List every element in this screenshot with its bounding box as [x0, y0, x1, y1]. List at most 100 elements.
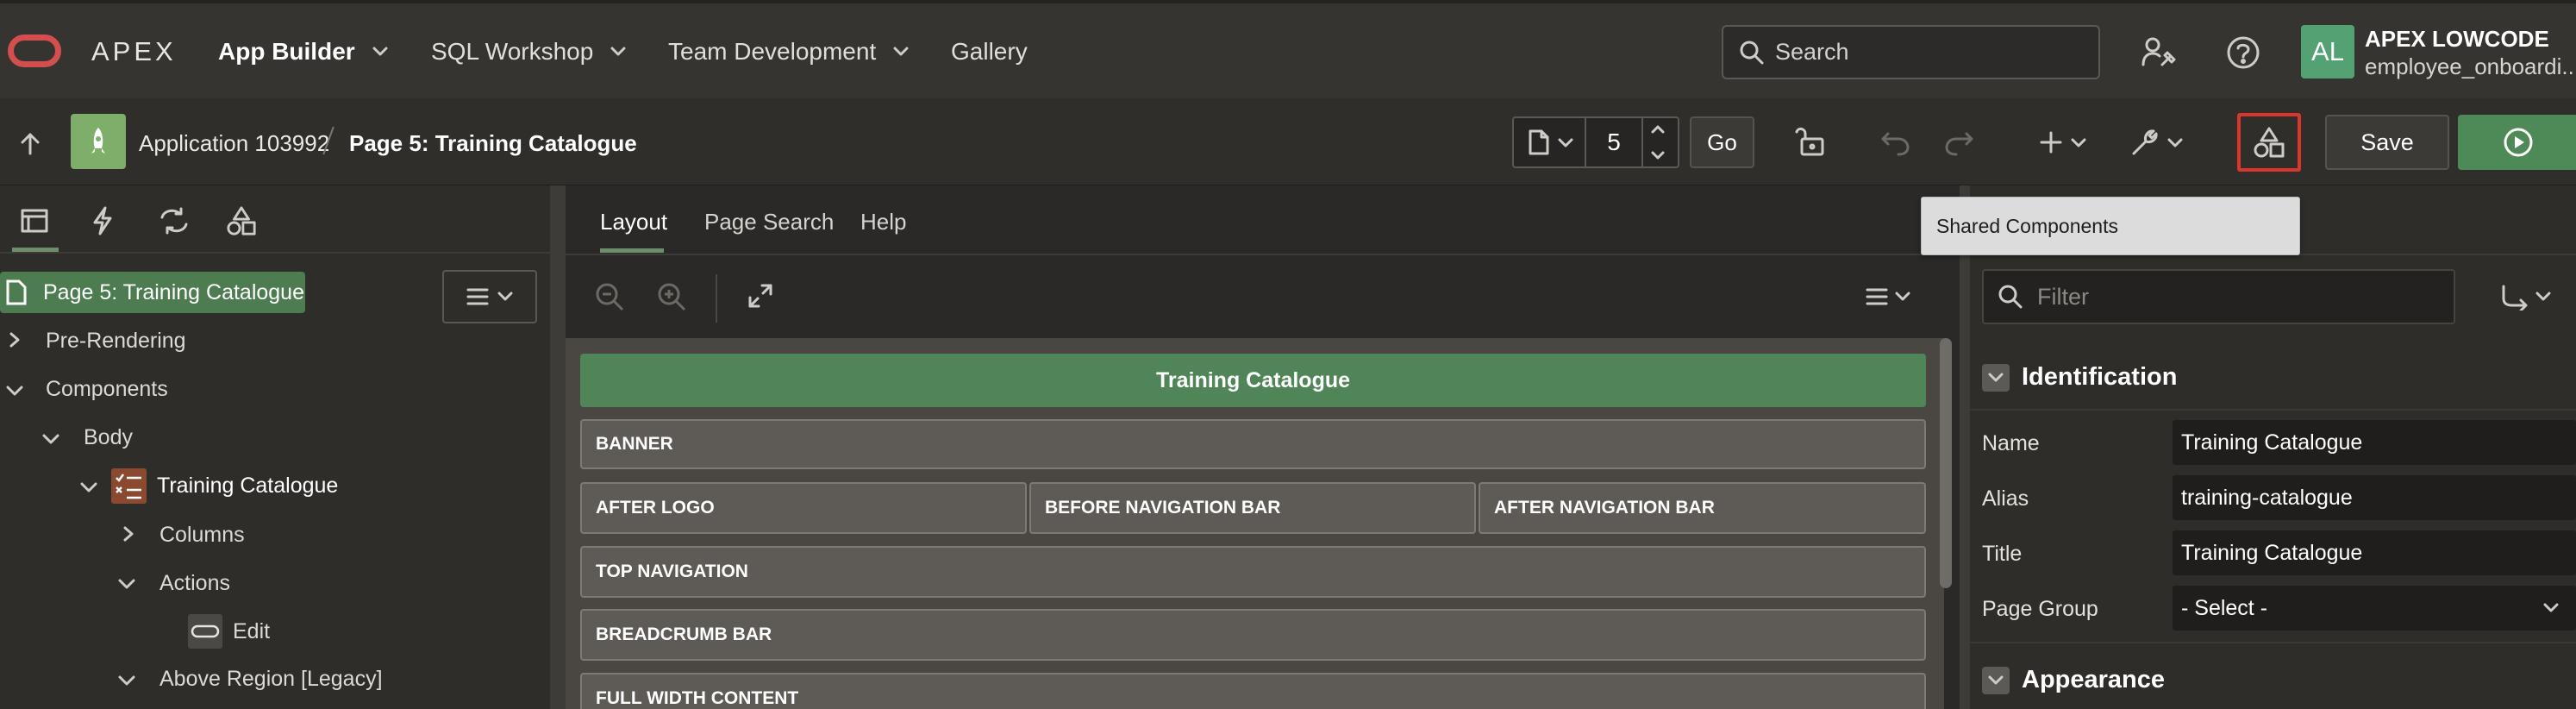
chevron-down-icon[interactable]: [2167, 138, 2183, 148]
chevron-down-icon[interactable]: [80, 481, 97, 493]
nav-gallery[interactable]: Gallery: [951, 38, 1028, 66]
chevron-down-icon: [1988, 675, 2004, 684]
create-icon[interactable]: [2039, 130, 2063, 154]
active-tab-indicator: [600, 248, 664, 253]
page-stepper-icon[interactable]: [1650, 123, 1666, 161]
tree-above-region[interactable]: Above Region [Legacy]: [159, 667, 383, 692]
chevron-down-icon[interactable]: [118, 674, 135, 687]
redo-icon[interactable]: [1944, 127, 1975, 156]
tab-shared-components-icon[interactable]: [226, 205, 257, 236]
prop-alias-label: Alias: [1982, 486, 2029, 511]
prop-alias-input[interactable]: training-catalogue: [2173, 475, 2576, 520]
chevron-down-icon[interactable]: [1895, 292, 1910, 302]
tree-actions[interactable]: Actions: [159, 571, 230, 596]
menu-icon[interactable]: [1866, 287, 1888, 306]
chevron-down-icon[interactable]: [2071, 138, 2086, 148]
prop-page-group-select[interactable]: - Select -: [2173, 586, 2576, 631]
zoom-out-icon[interactable]: [594, 281, 625, 312]
tree-columns[interactable]: Columns: [159, 523, 245, 548]
tree-pre-rendering[interactable]: Pre-Rendering: [46, 329, 186, 354]
prop-page-group-label: Page Group: [1982, 597, 2098, 621]
user-avatar[interactable]: AL: [2301, 25, 2354, 78]
prop-page-group-value: - Select -: [2181, 595, 2268, 620]
region-training-catalogue[interactable]: Training Catalogue: [580, 354, 1926, 407]
tab-page-search[interactable]: Page Search: [704, 209, 834, 235]
breadcrumb-application[interactable]: Application 103992: [139, 130, 329, 157]
section-divider: [1970, 642, 2576, 643]
section-identification-label: Identification: [2022, 363, 2178, 391]
search-icon: [1740, 41, 1764, 64]
nav-sql-workshop[interactable]: SQL Workshop: [431, 38, 626, 66]
region-banner[interactable]: BANNER: [580, 419, 1926, 469]
go-button[interactable]: Go: [1690, 116, 1754, 168]
unlock-icon[interactable]: [1795, 125, 1826, 158]
prop-name-input[interactable]: Training Catalogue: [2173, 420, 2576, 465]
section-appearance-label: Appearance: [2022, 666, 2166, 693]
run-page-button[interactable]: [2458, 115, 2576, 170]
workspace-name[interactable]: employee_onboardi...: [2365, 53, 2576, 80]
chevron-down-icon[interactable]: [1558, 138, 1573, 148]
tab-layout[interactable]: Layout: [600, 209, 667, 235]
utilities-wrench-icon[interactable]: [2129, 127, 2160, 158]
help-icon[interactable]: [2226, 35, 2260, 70]
section-appearance[interactable]: Appearance: [1982, 666, 2165, 694]
region-top-navigation[interactable]: TOP NAVIGATION: [580, 546, 1926, 598]
global-search-input[interactable]: Search: [1722, 25, 2100, 79]
region-breadcrumb-bar[interactable]: BREADCRUMB BAR: [580, 609, 1926, 661]
search-icon: [1998, 285, 2023, 309]
region-after-logo[interactable]: AFTER LOGO: [580, 482, 1027, 534]
go-to-group-icon[interactable]: [2500, 283, 2531, 311]
apex-page-designer: APEX App Builder SQL Workshop Team Devel…: [0, 0, 2576, 709]
brand-name[interactable]: APEX: [91, 36, 177, 67]
nav-team-development-label: Team Development: [668, 38, 877, 65]
tab-processing-icon[interactable]: [159, 207, 190, 235]
region-after-navigation-bar[interactable]: AFTER NAVIGATION BAR: [1479, 482, 1926, 534]
left-pane-splitter[interactable]: [550, 185, 566, 709]
page-number-input[interactable]: 5: [1585, 116, 1643, 168]
tab-rendering-icon[interactable]: [20, 208, 49, 234]
nav-team-development[interactable]: Team Development: [668, 38, 909, 66]
tree-body[interactable]: Body: [84, 425, 133, 450]
canvas-scrollbar[interactable]: [1940, 338, 1952, 588]
arrow-up-icon[interactable]: [19, 132, 41, 156]
tree-edit-action[interactable]: Edit: [233, 619, 270, 644]
application-icon[interactable]: [71, 114, 126, 169]
rocket-icon: [91, 128, 105, 154]
nav-sql-workshop-label: SQL Workshop: [431, 38, 594, 65]
prop-title-input[interactable]: Training Catalogue: [2173, 530, 2576, 575]
chevron-down-icon[interactable]: [118, 578, 135, 590]
save-button[interactable]: Save: [2325, 115, 2449, 170]
nav-gallery-label: Gallery: [951, 38, 1028, 65]
tree-page-root[interactable]: Page 5: Training Catalogue: [0, 272, 305, 313]
left-pane-rendering-tree: [0, 185, 550, 709]
administration-icon[interactable]: [2141, 37, 2176, 68]
tree-components[interactable]: Components: [46, 377, 168, 402]
active-tab-indicator: [12, 248, 59, 252]
tree-menu-button[interactable]: [442, 270, 537, 323]
section-identification[interactable]: Identification: [1982, 363, 2177, 392]
region-before-navigation-bar[interactable]: BEFORE NAVIGATION BAR: [1029, 482, 1476, 534]
shared-components-icon: [2254, 127, 2285, 158]
topbar-edge: [0, 0, 2576, 3]
user-name[interactable]: APEX LOWCODE: [2365, 26, 2549, 53]
region-full-width-content[interactable]: FULL WIDTH CONTENT: [580, 673, 1926, 709]
chevron-down-icon[interactable]: [42, 433, 59, 445]
toolbar-divider: [716, 274, 717, 323]
tab-help[interactable]: Help: [860, 209, 906, 235]
shared-components-button[interactable]: [2237, 113, 2301, 172]
undo-icon[interactable]: [1879, 127, 1910, 156]
collapse-toggle: [1982, 363, 2010, 392]
tab-dynamic-actions-icon[interactable]: [90, 206, 116, 235]
zoom-in-icon[interactable]: [656, 281, 687, 312]
expand-icon[interactable]: [747, 282, 774, 310]
oracle-logo-icon[interactable]: [8, 35, 61, 67]
chevron-right-icon[interactable]: [9, 332, 21, 348]
chevron-right-icon[interactable]: [122, 526, 134, 542]
action-button-icon: [188, 614, 222, 649]
property-filter-input[interactable]: Filter: [1982, 269, 2455, 324]
tree-training-catalogue[interactable]: Training Catalogue: [157, 474, 338, 499]
page-icon[interactable]: [1528, 129, 1550, 156]
chevron-down-icon[interactable]: [6, 385, 23, 397]
chevron-down-icon[interactable]: [2535, 292, 2551, 302]
nav-app-builder[interactable]: App Builder: [218, 38, 388, 66]
